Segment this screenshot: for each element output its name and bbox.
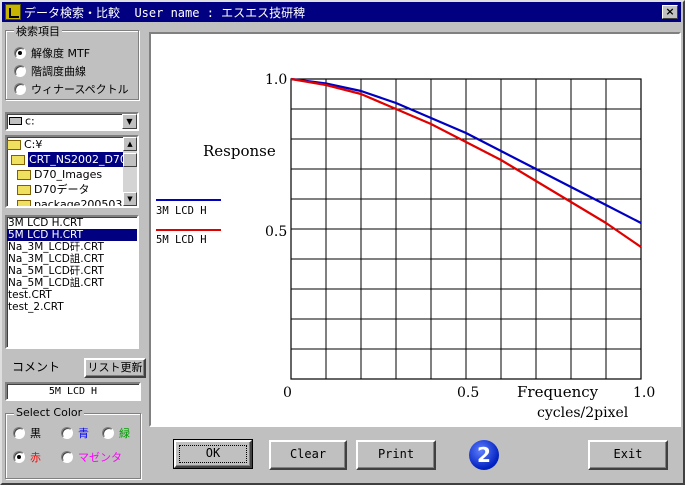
folder-item[interactable]: D70データ [7, 182, 137, 197]
print-button[interactable]: Print [356, 440, 436, 470]
file-item[interactable]: Na_5M_LCD矸.CRT [7, 265, 137, 277]
window-title: データ検索・比較 User name : エスエス技研稗 [24, 5, 306, 20]
folder-item[interactable]: CRT_NS2002_D70 [7, 152, 137, 167]
file-item[interactable]: test.CRT [7, 289, 137, 301]
folder-icon [17, 184, 31, 195]
refresh-list-button[interactable]: リスト更新 [84, 358, 146, 378]
folder-scrollbar[interactable]: ▲ ▼ [123, 137, 137, 206]
file-list[interactable]: 3M LCD H.CRT 5M LCD H.CRT Na_3M_LCD矸.CRT… [5, 215, 139, 349]
radio-color-red-label: 赤 [30, 451, 41, 464]
folder-icon [17, 169, 31, 180]
radio-tone-curve[interactable]: 階調度曲線 [14, 63, 86, 79]
select-color-group: Select Color 黒 青 緑 赤 マゼンタ [5, 406, 141, 479]
clear-button[interactable]: Clear [269, 440, 347, 470]
folder-icon [17, 199, 31, 206]
radio-color-black-indicator[interactable] [13, 427, 25, 439]
radio-wiener-spectrum-label: ウィナースペクトル [31, 83, 129, 96]
y-tick-label: 1.0 [265, 72, 287, 88]
radio-color-red[interactable]: 赤 [13, 449, 41, 465]
radio-color-blue-label: 青 [78, 427, 89, 440]
folder-item[interactable]: C:¥ [7, 137, 137, 152]
select-color-title: Select Color [14, 406, 85, 419]
radio-mtf[interactable]: 解像度 MTF [14, 45, 90, 61]
radio-color-green-indicator[interactable] [102, 427, 114, 439]
plot-panel: Response 1.0 0.5 0 0.5 1.0 Frequency cyc… [149, 32, 681, 427]
x-axis-label: Frequency [517, 383, 599, 401]
radio-color-magenta-indicator[interactable] [61, 451, 73, 463]
radio-wiener-spectrum-indicator[interactable] [14, 83, 26, 95]
folder-list[interactable]: C:¥ CRT_NS2002_D70 D70_Images D70データ pac… [5, 135, 139, 208]
drive-icon [9, 117, 22, 125]
folder-label: package20050304 [34, 198, 137, 208]
exit-button[interactable]: Exit [588, 440, 668, 470]
folder-label: C:¥ [24, 138, 43, 151]
scroll-down-icon[interactable]: ▼ [123, 192, 137, 206]
radio-color-blue[interactable]: 青 [61, 425, 89, 441]
y-tick-label: 0.5 [265, 224, 287, 240]
close-button[interactable]: × [662, 5, 678, 19]
folder-open-icon [7, 139, 21, 150]
folder-open-icon [11, 154, 25, 165]
radio-color-green[interactable]: 緑 [102, 425, 130, 441]
x-tick-label: 0.5 [457, 385, 479, 401]
x-tick-label: 1.0 [633, 385, 655, 401]
file-item[interactable]: 5M LCD H.CRT [7, 229, 137, 241]
radio-color-blue-indicator[interactable] [61, 427, 73, 439]
scroll-up-icon[interactable]: ▲ [123, 137, 137, 151]
x-axis-unit: cycles/2pixel [537, 405, 629, 421]
radio-color-black[interactable]: 黒 [13, 425, 41, 441]
radio-tone-curve-label: 階調度曲線 [31, 65, 86, 78]
drive-value: c: [25, 114, 35, 128]
folder-label: D70データ [34, 183, 90, 196]
x-tick-label: 0 [283, 385, 292, 401]
folder-item[interactable]: package20050304 [7, 197, 137, 208]
dropdown-arrow-icon[interactable]: ▼ [122, 114, 137, 129]
legend-label: 3M LCD H [156, 205, 207, 217]
app-icon [5, 4, 21, 20]
chart-grid [290, 78, 642, 380]
radio-mtf-indicator[interactable] [14, 47, 26, 59]
file-item[interactable]: Na_5M_LCD詛.CRT [7, 277, 137, 289]
title-bar[interactable]: データ検索・比較 User name : エスエス技研稗 × [2, 2, 681, 22]
legend-label: 5M LCD H [156, 234, 207, 246]
radio-mtf-label: 解像度 MTF [31, 47, 91, 60]
folder-label: CRT_NS2002_D70 [28, 152, 128, 167]
radio-wiener-spectrum[interactable]: ウィナースペクトル [14, 81, 129, 97]
comment-field[interactable]: 5M LCD H [5, 382, 141, 401]
file-item[interactable]: Na_3M_LCD詛.CRT [7, 253, 137, 265]
file-item[interactable]: test_2.CRT [7, 301, 137, 313]
drive-select[interactable]: c: ▼ [5, 112, 139, 131]
radio-tone-curve-indicator[interactable] [14, 65, 26, 77]
version-badge-icon: 2 [469, 440, 499, 470]
radio-color-red-indicator[interactable] [13, 451, 25, 463]
file-item[interactable]: 3M LCD H.CRT [7, 217, 137, 229]
mtf-chart: Response 1.0 0.5 0 0.5 1.0 Frequency cyc… [156, 72, 655, 421]
scroll-thumb[interactable] [123, 153, 137, 167]
y-axis-label: Response [203, 142, 276, 160]
radio-color-magenta[interactable]: マゼンタ [61, 449, 122, 465]
folder-label: D70_Images [34, 168, 103, 181]
radio-color-black-label: 黒 [30, 427, 41, 440]
ok-button[interactable]: OK [173, 439, 253, 469]
legend: 3M LCD H 5M LCD H [156, 199, 221, 246]
radio-color-magenta-label: マゼンタ [78, 451, 122, 464]
radio-color-green-label: 緑 [119, 427, 130, 440]
file-item[interactable]: Na_3M_LCD矸.CRT [7, 241, 137, 253]
search-items-title: 検索項目 [14, 23, 62, 39]
comment-label: コメント [12, 360, 61, 374]
search-items-group: 検索項目 解像度 MTF 階調度曲線 ウィナースペクトル [5, 23, 139, 100]
folder-item[interactable]: D70_Images [7, 167, 137, 182]
